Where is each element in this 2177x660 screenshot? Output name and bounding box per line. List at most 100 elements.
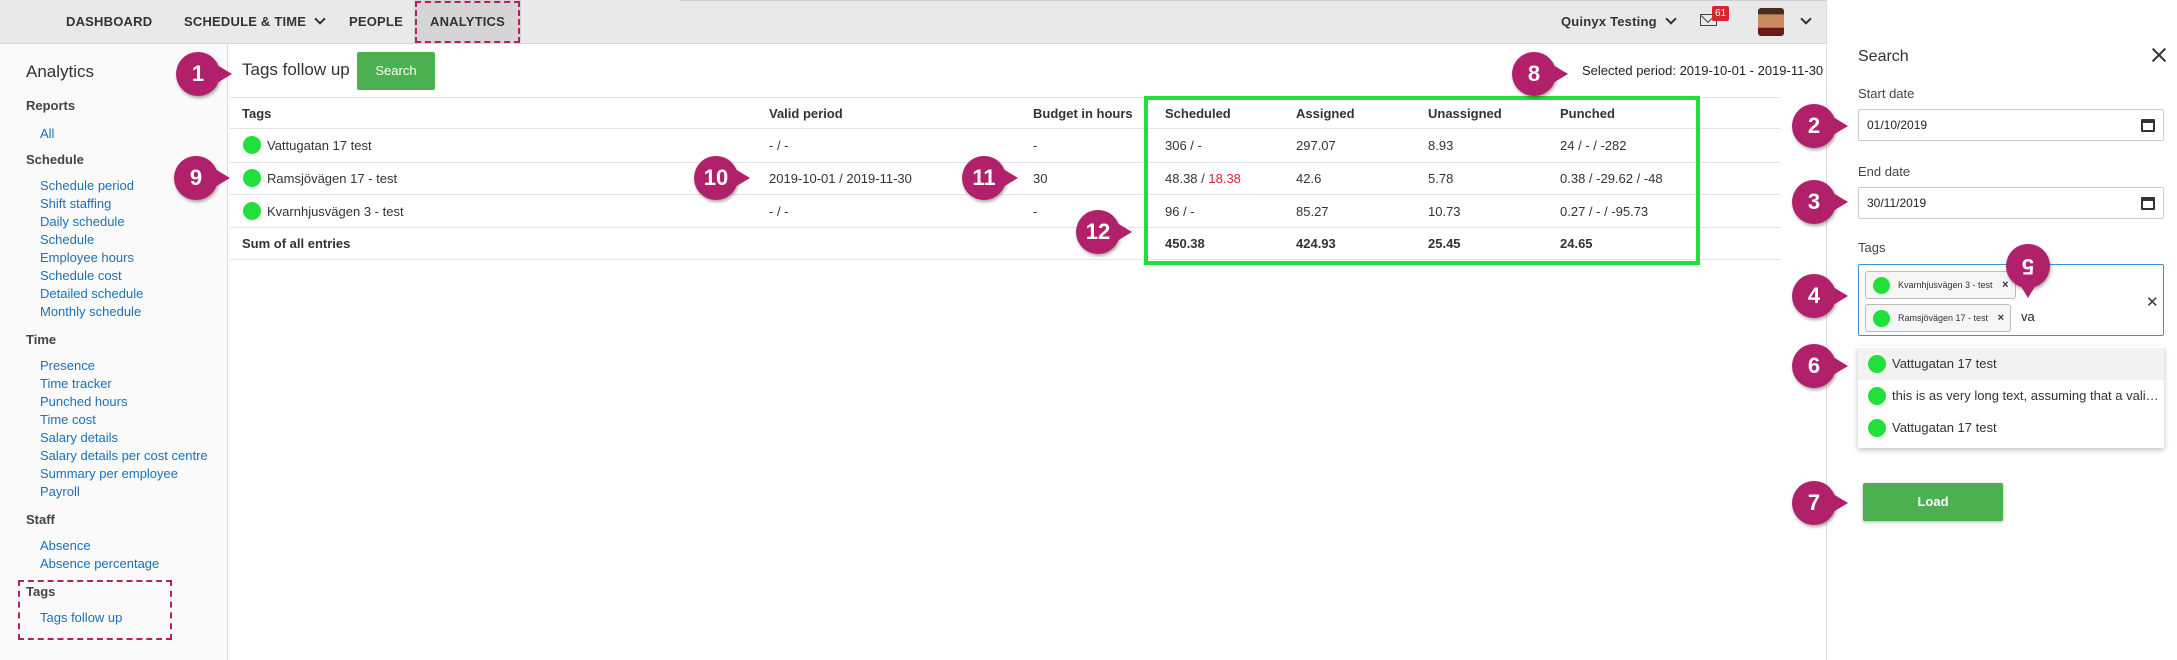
start-date-field[interactable]: 01/10/2019 (1858, 109, 2164, 141)
end-date-field[interactable]: 30/11/2019 (1858, 187, 2164, 219)
search-button[interactable]: Search (357, 52, 435, 90)
chevron-down-icon (1665, 13, 1677, 25)
option-label: this is as very long text, assuming that… (1892, 388, 2159, 403)
mail-badge: 61 (1712, 6, 1729, 21)
sidebar-link-schedule-cost[interactable]: Schedule cost (40, 268, 122, 283)
sidebar-link-daily-schedule[interactable]: Daily schedule (40, 214, 125, 229)
tag-color-dot (1873, 310, 1890, 327)
metrics-highlight-box (1144, 96, 1700, 265)
section-reports: Reports (26, 98, 76, 113)
load-button[interactable]: Load (1863, 483, 2003, 521)
callout-marker: 3 (1792, 180, 1850, 224)
marker-number: 4 (1807, 283, 1821, 308)
col-valid-period: Valid period (769, 106, 843, 121)
callout-marker: 12 (1076, 210, 1134, 254)
marker-number: 7 (1807, 490, 1821, 515)
marker-number: 8 (1527, 61, 1541, 86)
option-label: Vattugatan 17 test (1892, 420, 1997, 435)
sidebar: Analytics Reports All Schedule Schedule … (0, 44, 228, 660)
selected-period: Selected period: 2019-10-01 - 2019-11-30 (1582, 63, 1824, 78)
sum-label: Sum of all entries (242, 236, 351, 251)
callout-marker: 7 (1792, 481, 1850, 525)
account-name: Quinyx Testing (1561, 14, 1657, 29)
option-label: Vattugatan 17 test (1892, 356, 1997, 371)
close-icon[interactable] (2150, 46, 2168, 64)
sidebar-link-absence[interactable]: Absence (40, 538, 91, 553)
sidebar-link-employee-hours[interactable]: Employee hours (40, 250, 134, 265)
section-time: Time (26, 332, 57, 347)
marker-number: 11 (972, 165, 996, 190)
nav-people[interactable]: PEOPLE (349, 0, 403, 44)
chevron-down-icon (314, 13, 326, 25)
calendar-icon[interactable] (2141, 197, 2155, 210)
nav-schedule-time[interactable]: SCHEDULE & TIME (184, 0, 326, 44)
table-cell-tag[interactable]: Ramsjövägen 17 - test (267, 171, 397, 186)
sidebar-link-time-tracker[interactable]: Time tracker (40, 376, 112, 391)
section-schedule: Schedule (26, 152, 84, 167)
sidebar-link-summary-per-employee[interactable]: Summary per employee (40, 466, 178, 481)
end-date-value: 30/11/2019 (1867, 196, 1927, 210)
dropdown-option[interactable]: Vattugatan 17 test (1858, 412, 2164, 444)
dropdown-option[interactable]: this is as very long text, assuming that… (1858, 380, 2164, 412)
callout-marker: 4 (1792, 274, 1850, 318)
callout-marker: 6 (1792, 344, 1850, 388)
clear-icon[interactable]: ✕ (2146, 293, 2159, 311)
sidebar-link-absence-percentage[interactable]: Absence percentage (40, 556, 159, 571)
nav-schedule-time-label: SCHEDULE & TIME (184, 14, 307, 29)
marker-number: 9 (189, 165, 203, 190)
callout-marker: 11 (962, 156, 1020, 200)
remove-chip-icon[interactable]: × (1998, 305, 2004, 331)
sidebar-link-all[interactable]: All (40, 126, 54, 141)
callout-marker: 1 (176, 52, 234, 96)
calendar-icon[interactable] (2141, 119, 2155, 132)
marker-number: 10 (703, 165, 729, 190)
sidebar-link-salary-details[interactable]: Salary details (40, 430, 118, 445)
sidebar-link-schedule[interactable]: Schedule (40, 232, 94, 247)
table-cell-budget: 30 (1033, 171, 1048, 186)
tag-chip-label: Ramsjövägen 17 - test (1898, 313, 1989, 323)
tags-dropdown: Vattugatan 17 test this is as very long … (1858, 346, 2164, 448)
sidebar-link-time-cost[interactable]: Time cost (40, 412, 96, 427)
sidebar-link-schedule-period[interactable]: Schedule period (40, 178, 134, 193)
table-cell-period: - / - (769, 138, 789, 153)
sidebar-link-salary-details-cost-centre[interactable]: Salary details per cost centre (40, 448, 208, 463)
panel-title: Search (1858, 48, 1909, 65)
avatar[interactable] (1758, 8, 1784, 36)
sidebar-link-punched-hours[interactable]: Punched hours (40, 394, 127, 409)
table-cell-tag[interactable]: Kvarnhjusvägen 3 - test (267, 204, 404, 219)
col-budget: Budget in hours (1033, 106, 1133, 121)
marker-number: 6 (1807, 353, 1821, 378)
table-cell-period: 2019-10-01 / 2019-11-30 (769, 171, 912, 186)
nav-dashboard[interactable]: DASHBOARD (66, 0, 152, 44)
sidebar-link-payroll[interactable]: Payroll (40, 484, 80, 499)
table-cell-tag[interactable]: Vattugatan 17 test (267, 138, 372, 153)
callout-marker: 10 (694, 156, 752, 200)
table-cell-budget: - (1033, 204, 1038, 219)
account-switcher[interactable]: Quinyx Testing (1561, 0, 1677, 44)
panel-divider (1826, 0, 1827, 660)
sidebar-link-tags-follow-up[interactable]: Tags follow up (40, 610, 122, 625)
callout-marker: 9 (174, 156, 232, 200)
tag-color-dot (1868, 355, 1886, 373)
start-date-label: Start date (1858, 86, 1915, 101)
table-cell-period: - / - (769, 204, 789, 219)
marker-number: 12 (1085, 219, 1111, 244)
tag-color-dot (1868, 419, 1886, 437)
nav-analytics[interactable]: ANALYTICS (414, 0, 521, 44)
user-menu-toggle[interactable] (1792, 0, 1812, 44)
table-cell-budget: - (1033, 138, 1038, 153)
sidebar-link-shift-staffing[interactable]: Shift staffing (40, 196, 111, 211)
sidebar-link-presence[interactable]: Presence (40, 358, 95, 373)
tag-chip-label: Kvarnhjusvägen 3 - test (1898, 280, 1993, 290)
sidebar-link-detailed-schedule[interactable]: Detailed schedule (40, 286, 143, 301)
tag-chip: Ramsjövägen 17 - test × (1865, 304, 2012, 332)
dropdown-option[interactable]: Vattugatan 17 test (1858, 348, 2164, 380)
sidebar-link-monthly-schedule[interactable]: Monthly schedule (40, 304, 141, 319)
col-tags: Tags (242, 106, 272, 121)
page-title: Tags follow up (242, 60, 350, 79)
tags-search-input[interactable]: va (2021, 309, 2035, 324)
marker-number: 3 (1807, 189, 1821, 214)
sidebar-title: Analytics (26, 62, 95, 81)
start-date-value: 01/10/2019 (1867, 118, 1928, 132)
callout-marker: 2 (1792, 104, 1850, 148)
